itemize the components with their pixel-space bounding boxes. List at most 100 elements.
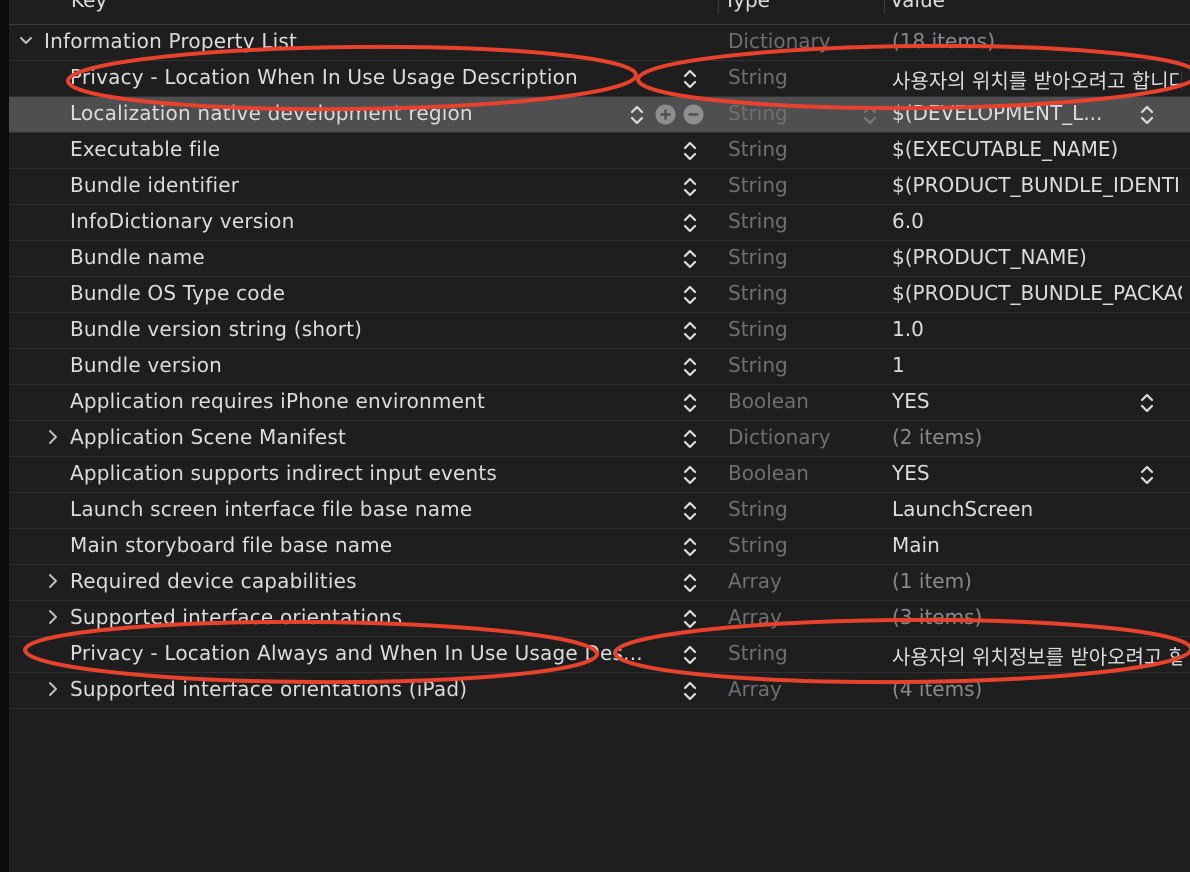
column-divider[interactable] (884, 0, 885, 14)
key-cell[interactable]: Required device capabilities (70, 569, 357, 593)
up-down-stepper-icon[interactable] (683, 571, 697, 595)
key-cell[interactable]: InfoDictionary version (70, 209, 294, 233)
table-row[interactable]: Application Scene Manifest Dictionary (2 i… (9, 421, 1190, 457)
up-down-stepper-icon[interactable] (683, 499, 697, 523)
value-cell[interactable]: $(PRODUCT_BUNDLE_PACKAGE_TYPE) (892, 281, 1182, 305)
key-cell[interactable]: Application requires iPhone environment (70, 389, 485, 413)
type-cell[interactable]: String (728, 497, 788, 521)
up-down-stepper-icon[interactable] (683, 391, 697, 415)
value-cell[interactable]: LaunchScreen (892, 497, 1182, 521)
value-cell[interactable]: 사용자의 위치정보를 받아오려고 합니다 (892, 641, 1182, 670)
key-cell[interactable]: Bundle OS Type code (70, 281, 285, 305)
up-down-stepper-icon[interactable] (683, 535, 697, 559)
type-cell[interactable]: String (728, 65, 788, 89)
value-cell[interactable]: 1 (892, 353, 1182, 377)
up-down-stepper-icon[interactable] (683, 175, 697, 199)
type-cell[interactable]: String (728, 101, 788, 125)
key-cell[interactable]: Bundle identifier (70, 173, 239, 197)
value-cell[interactable]: YES (892, 389, 1132, 413)
value-cell[interactable]: (2 items) (892, 425, 1182, 449)
key-cell[interactable]: Information Property List (44, 29, 297, 53)
value-cell[interactable]: 1.0 (892, 317, 1182, 341)
type-cell[interactable]: String (728, 317, 788, 341)
value-cell[interactable]: (18 items) (892, 29, 1182, 53)
type-cell[interactable]: String (728, 209, 788, 233)
table-row[interactable]: Required device capabilities Array (1 item… (9, 565, 1190, 601)
key-cell[interactable]: Launch screen interface file base name (70, 497, 472, 521)
table-row[interactable]: Bundle version String 1 (9, 349, 1190, 385)
up-down-stepper-icon[interactable] (1140, 103, 1154, 127)
table-row[interactable]: Bundle identifier String $(PRODUCT_BUNDLE_… (9, 169, 1190, 205)
value-cell[interactable]: $(PRODUCT_NAME) (892, 245, 1182, 269)
type-cell[interactable]: Dictionary (728, 29, 831, 53)
up-down-stepper-icon[interactable] (683, 643, 697, 667)
up-down-stepper-icon[interactable] (683, 139, 697, 163)
chevron-right-icon[interactable] (46, 571, 60, 591)
up-down-stepper-icon[interactable] (683, 319, 697, 343)
key-cell[interactable]: Application supports indirect input even… (70, 461, 497, 485)
table-row[interactable]: Supported interface orientations Array (3 … (9, 601, 1190, 637)
type-cell[interactable]: Boolean (728, 389, 809, 413)
key-cell[interactable]: Privacy - Location When In Use Usage Des… (70, 65, 578, 89)
table-row[interactable]: Privacy - Location Always and When In Us… (9, 637, 1190, 673)
type-cell[interactable]: Dictionary (728, 425, 831, 449)
chevron-down-icon[interactable] (19, 31, 33, 51)
up-down-stepper-icon[interactable] (683, 247, 697, 271)
type-cell[interactable]: String (728, 281, 788, 305)
value-cell[interactable]: 사용자의 위치를 받아오려고 합니다 (892, 65, 1182, 94)
value-cell[interactable]: $(DEVELOPMENT_L... (892, 101, 1132, 125)
table-row[interactable]: Bundle OS Type code String $(PRODUCT_BUNDL… (9, 277, 1190, 313)
up-down-stepper-icon[interactable] (683, 355, 697, 379)
type-cell[interactable]: Boolean (728, 461, 809, 485)
type-cell[interactable]: String (728, 245, 788, 269)
value-cell[interactable]: (1 item) (892, 569, 1182, 593)
up-down-stepper-icon[interactable] (683, 67, 697, 91)
key-cell[interactable]: Bundle name (70, 245, 205, 269)
table-row[interactable]: Bundle version string (short) String 1.0 (9, 313, 1190, 349)
value-cell[interactable]: Main (892, 533, 1182, 557)
table-row[interactable]: Main storyboard file base name String Main (9, 529, 1190, 565)
table-row[interactable]: Application supports indirect input even… (9, 457, 1190, 493)
value-cell[interactable]: YES (892, 461, 1132, 485)
chevron-right-icon[interactable] (46, 427, 60, 447)
up-down-stepper-icon[interactable] (683, 679, 697, 703)
key-cell[interactable]: Main storyboard file base name (70, 533, 392, 557)
minus-circle-icon[interactable] (683, 104, 704, 125)
up-down-stepper-icon[interactable] (683, 211, 697, 235)
key-cell[interactable]: Bundle version (70, 353, 222, 377)
value-column-header[interactable]: Value (890, 0, 945, 12)
table-row[interactable]: Application requires iPhone environment B… (9, 385, 1190, 421)
value-cell[interactable]: (3 items) (892, 605, 1182, 629)
type-cell[interactable]: String (728, 353, 788, 377)
table-row[interactable]: Localization native development region St… (9, 97, 1190, 133)
up-down-stepper-icon[interactable] (683, 427, 697, 451)
type-cell[interactable]: Array (728, 677, 782, 701)
up-down-stepper-icon[interactable] (683, 463, 697, 487)
key-cell[interactable]: Supported interface orientations (70, 605, 402, 629)
up-down-stepper-icon[interactable] (683, 283, 697, 307)
up-down-stepper-icon[interactable] (1140, 391, 1154, 415)
value-cell[interactable]: $(EXECUTABLE_NAME) (892, 137, 1182, 161)
key-cell[interactable]: Executable file (70, 137, 220, 161)
chevron-right-icon[interactable] (46, 679, 60, 699)
up-down-stepper-icon[interactable] (863, 103, 877, 127)
key-cell[interactable]: Supported interface orientations (iPad) (70, 677, 467, 701)
up-down-stepper-icon[interactable] (1140, 463, 1154, 487)
type-cell[interactable]: Array (728, 605, 782, 629)
table-row[interactable]: InfoDictionary version String 6.0 (9, 205, 1190, 241)
table-row[interactable]: Information Property List Dictionary (18 i… (9, 25, 1190, 61)
type-cell[interactable]: Array (728, 569, 782, 593)
value-cell[interactable]: 6.0 (892, 209, 1182, 233)
type-cell[interactable]: String (728, 533, 788, 557)
table-row[interactable]: Privacy - Location When In Use Usage Des… (9, 61, 1190, 97)
table-row[interactable]: Launch screen interface file base name St… (9, 493, 1190, 529)
value-cell[interactable]: (4 items) (892, 677, 1182, 701)
table-row[interactable]: Supported interface orientations (iPad) A… (9, 673, 1190, 709)
table-row[interactable]: Executable file String $(EXECUTABLE_NAME) (9, 133, 1190, 169)
key-cell[interactable]: Application Scene Manifest (70, 425, 346, 449)
chevron-right-icon[interactable] (46, 607, 60, 627)
column-divider[interactable] (718, 0, 719, 14)
type-cell[interactable]: String (728, 641, 788, 665)
up-down-stepper-icon[interactable] (683, 607, 697, 631)
key-cell[interactable]: Bundle version string (short) (70, 317, 362, 341)
